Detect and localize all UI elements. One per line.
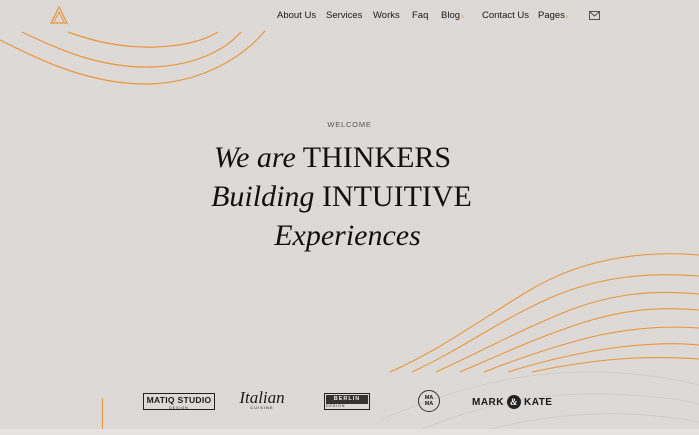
brand-mark-left: MARK (472, 396, 504, 408)
nav-faq[interactable]: Faq (412, 10, 428, 21)
welcome-kicker: WELCOME (327, 120, 372, 129)
nav-blog[interactable]: Blog (441, 10, 460, 21)
nav-services[interactable]: Services (326, 10, 362, 21)
nav-about-us[interactable]: About Us (277, 10, 316, 21)
brand-mark-and-kate: MARK & KATE (472, 395, 552, 409)
brand-mama: MA MA (418, 390, 440, 412)
hero-line-2-caps: INTUITIVE (321, 180, 472, 213)
hero-line-1-italic: We are (213, 141, 296, 174)
brand-berlin-design: BERLIN DESIGN (324, 393, 370, 410)
hero-line-1: We are THINKERS (0, 143, 682, 173)
blog-chevron-icon: › (461, 11, 464, 21)
brand-mark-right: KATE (524, 396, 553, 408)
mail-icon[interactable] (589, 11, 600, 20)
brand-mark-amp: & (507, 395, 521, 409)
brand-italian-cuisine: Italian CUISINE (232, 389, 292, 411)
decorative-lines-top (0, 30, 699, 435)
brand-berlin-sub: DESIGN (326, 404, 346, 408)
brand-mama-line2: MA (424, 401, 434, 407)
nav-pages[interactable]: Pages (538, 10, 565, 21)
pages-chevron-icon: › (565, 11, 568, 21)
nav-contact-us[interactable]: Contact Us (482, 10, 529, 21)
hero-line-1-caps: THINKERS (302, 141, 452, 174)
brand-matiq-sub: DESIGN (169, 406, 189, 410)
hero-line-2: Building INTUITIVE (0, 182, 691, 212)
hero-line-3-italic: Experiences (274, 219, 421, 252)
brand-berlin-name: BERLIN (326, 395, 368, 404)
brand-matiq-studio: MATIQ STUDIO DESIGN (143, 393, 215, 410)
triangle-logo-icon[interactable] (49, 6, 69, 26)
nav-works[interactable]: Works (373, 10, 400, 21)
hero-line-3: Experiences (0, 221, 697, 251)
hero-line-2-italic: Building (211, 180, 315, 213)
bottom-bar (0, 429, 699, 435)
